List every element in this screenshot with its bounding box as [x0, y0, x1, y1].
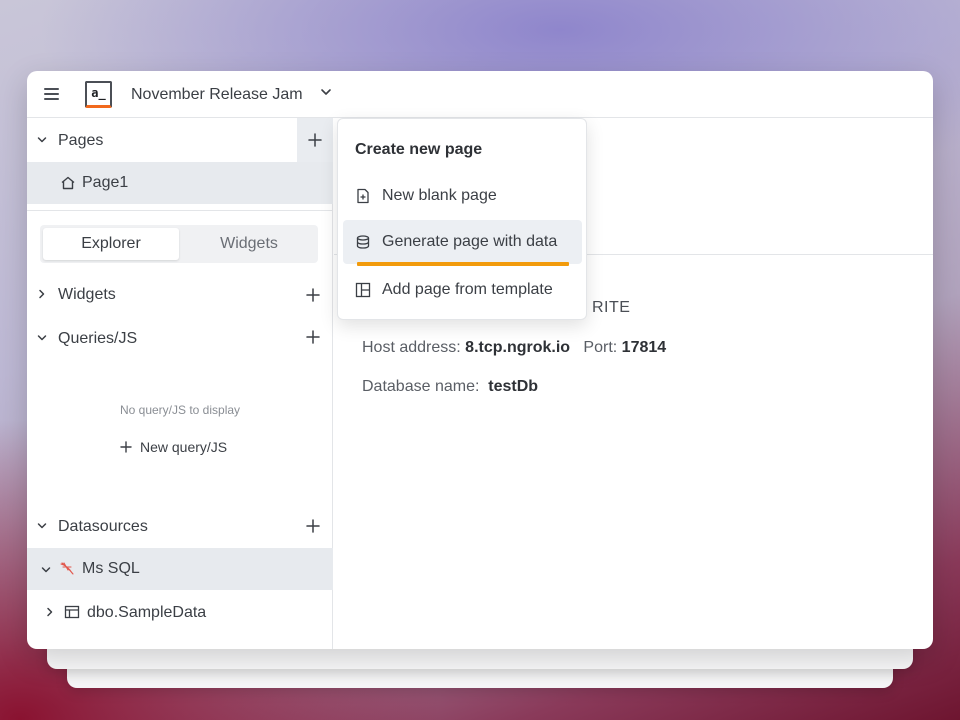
app-name[interactable]: November Release Jam [131, 86, 303, 104]
chevron-down-icon[interactable] [40, 564, 52, 576]
tab-widgets[interactable]: Widgets [181, 228, 317, 260]
datasource-label: Ms SQL [82, 560, 140, 577]
mssql-logo-icon [60, 562, 74, 575]
tab-explorer[interactable]: Explorer [43, 228, 179, 260]
hamburger-menu-icon[interactable] [44, 88, 59, 100]
menu-item-label: New blank page [382, 187, 497, 204]
chevron-down-icon [37, 335, 47, 341]
add-page-button[interactable] [297, 118, 333, 162]
pages-label: Pages [58, 132, 104, 149]
host-info: Host address: 8.tcp.ngrok.io Port: 17814 [362, 339, 666, 357]
menu-item-label: Generate page with data [382, 233, 558, 250]
datasources-label: Datasources [58, 518, 148, 535]
widgets-section-header[interactable]: Widgets [27, 274, 333, 314]
app-logo: a_ [85, 81, 112, 108]
sidebar: Pages Page1 Explorer Widgets Widgets Que… [27, 118, 333, 649]
new-query-label: New query/JS [140, 439, 228, 455]
layout-icon [355, 282, 371, 298]
page-item-label: Page1 [82, 174, 129, 191]
database-label: Database name: [362, 378, 480, 395]
sidebar-divider [27, 210, 333, 211]
menu-item-new-blank-page[interactable]: New blank page [343, 174, 582, 218]
database-info: Database name: testDb [362, 378, 538, 396]
chevron-right-icon [39, 289, 45, 299]
highlight-underline [357, 262, 569, 266]
top-bar: a_ November Release Jam [27, 71, 933, 118]
host-label: Host address: [362, 339, 461, 356]
host-value: 8.tcp.ngrok.io [465, 339, 571, 356]
home-icon [61, 176, 75, 190]
port-label: Port: [583, 339, 618, 356]
add-widget-plus-icon[interactable] [305, 287, 321, 303]
queries-label: Queries/JS [58, 330, 138, 347]
table-item-sampledata[interactable]: dbo.SampleData [27, 592, 333, 632]
queries-section-header[interactable]: Queries/JS [27, 318, 333, 358]
plus-icon [308, 133, 322, 147]
table-icon [64, 605, 80, 619]
datasource-title: RITE [592, 299, 631, 316]
menu-title: Create new page [355, 141, 483, 158]
plus-icon [120, 441, 132, 453]
database-value: testDb [488, 378, 539, 395]
explorer-widgets-toggle: Explorer Widgets [40, 225, 318, 263]
empty-queries-message: No query/JS to display [119, 403, 241, 417]
chevron-right-icon[interactable] [44, 606, 56, 618]
widgets-label: Widgets [58, 286, 116, 303]
chevron-down-icon[interactable] [319, 85, 333, 99]
port-value: 17814 [621, 339, 667, 356]
pages-section-header[interactable]: Pages [27, 118, 333, 162]
datasources-section-header[interactable]: Datasources [27, 506, 333, 546]
page-item-page1[interactable]: Page1 [27, 162, 333, 204]
file-add-icon [357, 188, 369, 204]
chevron-down-icon [37, 137, 47, 143]
add-datasource-plus-icon[interactable] [305, 518, 321, 534]
create-page-menu: Create new page New blank page Generate … [337, 118, 587, 320]
database-icon [356, 235, 370, 249]
chevron-down-icon [37, 523, 47, 529]
menu-item-add-page-from-template[interactable]: Add page from template [343, 268, 582, 312]
menu-item-generate-page-with-data[interactable]: Generate page with data [343, 220, 582, 264]
table-label: dbo.SampleData [87, 604, 207, 621]
datasource-item-ms-sql[interactable]: Ms SQL [27, 548, 333, 590]
add-query-plus-icon[interactable] [305, 329, 321, 345]
menu-item-label: Add page from template [382, 281, 553, 298]
